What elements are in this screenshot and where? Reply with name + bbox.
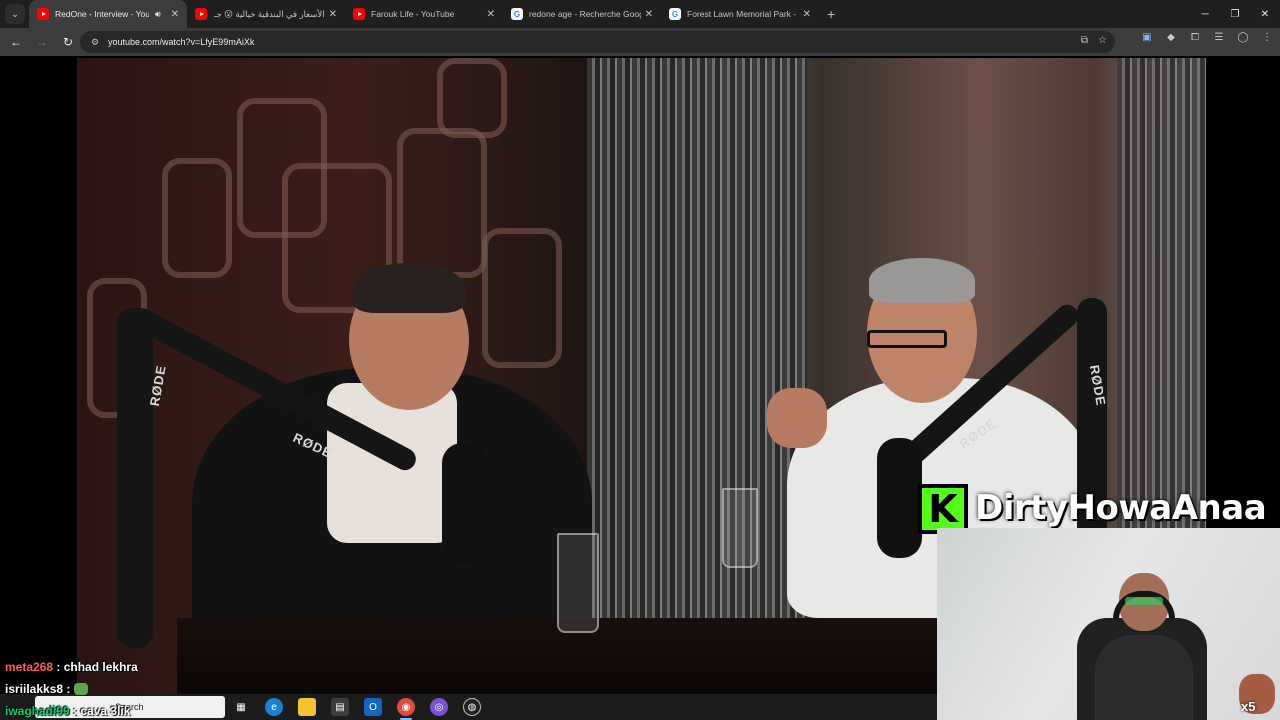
chat-text: : chhad lekhra (56, 660, 138, 674)
tab-redone-interview[interactable]: RedOne - Interview - YouTube 🔊︎ ✕ (29, 0, 187, 28)
google-icon: G (669, 8, 681, 20)
streaming-app-icon[interactable]: ◎ (430, 698, 448, 716)
water-glass (557, 533, 599, 633)
browser-toolbar: ← → ↻ ⚙ youtube.com/watch?v=LfyE99mAiXk … (0, 28, 1280, 56)
tab-farouk-life[interactable]: Farouk Life - YouTube ✕ (345, 0, 503, 28)
chat-message: isriilakks8 : (5, 678, 138, 700)
store-icon[interactable]: ▤ (331, 698, 349, 716)
extension-icon[interactable]: ◆ (1164, 32, 1178, 43)
tab-venice-prices[interactable]: الأسعار في البندقية خيالية 😮 جـ ✕ (187, 0, 345, 28)
reload-icon[interactable]: ↻ (56, 30, 80, 54)
chat-username: iwaghadi99 (5, 704, 70, 718)
back-arrow-icon[interactable]: ← (4, 30, 28, 54)
tab-search-button[interactable]: ⌄ (5, 4, 25, 24)
address-bar[interactable]: ⚙ youtube.com/watch?v=LfyE99mAiXk ⧉ ☆ (80, 31, 1115, 53)
frog-emote-icon (73, 683, 88, 695)
window-controls: ─ ❐ ✕ (1190, 0, 1280, 28)
left-microphone (442, 443, 487, 563)
textured-curtain (587, 58, 807, 694)
close-tab-icon[interactable]: ✕ (171, 9, 179, 20)
close-tab-icon[interactable]: ✕ (329, 9, 337, 20)
translate-extension-icon[interactable]: ▣ (1140, 32, 1154, 43)
chat-message: meta268 : chhad lekhra (5, 656, 138, 678)
guest-hair (353, 263, 465, 313)
menu-kebab-icon[interactable]: ⋮ (1260, 32, 1274, 43)
host-fist (767, 388, 827, 448)
tab-title: Farouk Life - YouTube (371, 9, 455, 19)
speaker-icon[interactable]: 🔊︎ (155, 9, 161, 20)
chat-text: : (66, 682, 71, 696)
chat-username: meta268 (5, 660, 54, 674)
host-hair (869, 258, 975, 303)
lattice-panel (162, 158, 232, 278)
edge-icon[interactable]: e (265, 698, 283, 716)
close-tab-icon[interactable]: ✕ (803, 9, 811, 20)
chat-overlay: meta268 : chhad lekhra isriilakks8 : iwa… (5, 656, 138, 720)
tab-list: RedOne - Interview - YouTube 🔊︎ ✕ الأسعا… (29, 0, 835, 28)
streamer-glasses (1125, 597, 1163, 605)
minimize-icon[interactable]: ─ (1190, 0, 1220, 28)
water-glass (722, 488, 758, 568)
tab-title: Forest Lawn Memorial Park - Google (687, 9, 799, 19)
new-tab-button[interactable]: + (827, 6, 835, 22)
streamer-webcam: x5 (937, 528, 1280, 720)
restore-icon[interactable]: ❐ (1220, 0, 1250, 28)
youtube-icon (195, 8, 207, 20)
tab-title: الأسعار في البندقية خيالية 😮 جـ (214, 8, 325, 19)
puzzle-extensions-icon[interactable]: ⧠ (1188, 32, 1202, 43)
tab-title: redone age - Recherche Google (529, 9, 641, 19)
forward-arrow-icon[interactable]: → (30, 30, 54, 54)
youtube-icon (37, 8, 49, 20)
streamer (1095, 573, 1193, 720)
channel-name: DirtyHowaAnaa (975, 488, 1267, 528)
address-bar-actions: ⧉ ☆ (1081, 35, 1107, 46)
tab-redone-age[interactable]: G redone age - Recherche Google ✕ (503, 0, 661, 28)
tab-forest-lawn[interactable]: G Forest Lawn Memorial Park - Google ✕ (661, 0, 819, 28)
emote-count: x5 (1241, 699, 1256, 714)
reading-list-icon[interactable]: ☰ (1212, 32, 1226, 43)
chrome-icon[interactable]: ◉ (397, 698, 415, 716)
kick-letter: K (922, 488, 964, 530)
profile-avatar-icon[interactable]: ◯ (1236, 32, 1250, 43)
tab-title: RedOne - Interview - YouTube (55, 9, 149, 19)
chat-username: isriilakks8 (5, 682, 64, 696)
close-tab-icon[interactable]: ✕ (645, 9, 653, 20)
right-microphone (877, 438, 922, 558)
lattice-panel (437, 58, 507, 138)
google-icon: G (511, 8, 523, 20)
tab-strip: ⌄ RedOne - Interview - YouTube 🔊︎ ✕ الأس… (0, 0, 1280, 28)
bookmark-star-icon[interactable]: ☆ (1098, 35, 1107, 46)
outlook-icon[interactable]: O (364, 698, 382, 716)
cast-icon[interactable]: ⧉ (1081, 35, 1088, 46)
lattice-panel (482, 228, 562, 368)
url-text: youtube.com/watch?v=LfyE99mAiXk (108, 37, 255, 47)
chat-message: iwaghadi99 : cava 3lik (5, 700, 138, 720)
site-info-icon[interactable]: ⚙ (84, 37, 106, 48)
kick-logo: K (918, 484, 968, 534)
windows-taskbar: Search ▦ e ▤ O ◉ ◎ ◍ (0, 694, 937, 720)
youtube-icon (353, 8, 365, 20)
close-tab-icon[interactable]: ✕ (487, 9, 495, 20)
chat-text: : cava 3lik (73, 704, 131, 718)
close-window-icon[interactable]: ✕ (1250, 0, 1280, 28)
file-explorer-icon[interactable] (298, 698, 316, 716)
obs-icon[interactable]: ◍ (463, 698, 481, 716)
host-glasses (867, 330, 947, 348)
streamer-body (1095, 635, 1193, 720)
lattice-panel (397, 128, 487, 278)
left-mic-stand (117, 308, 153, 648)
task-view-icon[interactable]: ▦ (232, 698, 250, 716)
toolbar-extensions: ▣ ◆ ⧠ ☰ ◯ ⋮ (1140, 32, 1274, 43)
